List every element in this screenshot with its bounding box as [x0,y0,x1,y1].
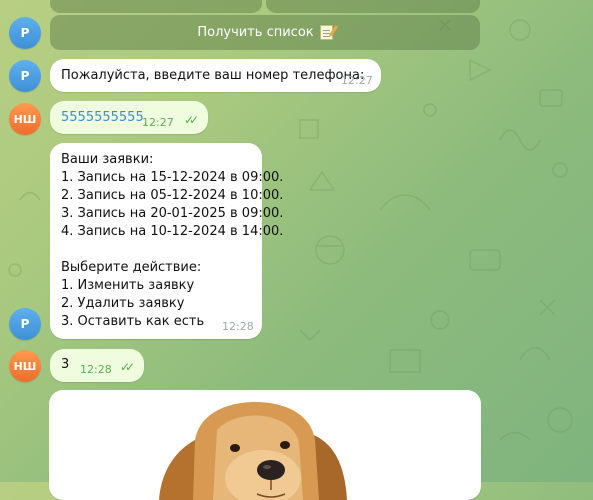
message-line: 2. Запись на 05-12-2024 в 10:00. [61,188,284,203]
bot-avatar-initial: Р [20,69,30,83]
phone-number-link[interactable]: 5555555555 [61,110,144,125]
message-line [61,241,283,259]
message-time: 12:28 [222,320,254,333]
message-time: 12:27 [142,116,174,129]
message-line: Выберите действие: [61,260,202,275]
bot-avatar-initial: Р [20,26,30,40]
message-line: 2. Удалить заявку [61,296,185,311]
message-dog-photo[interactable] [49,390,481,500]
get-list-button-label: Получить список [197,25,314,40]
message-user-phone: 5555555555 12:27 ✓✓ [50,101,208,134]
user-avatar[interactable]: НШ [9,103,41,135]
keyboard-button-2[interactable] [266,0,480,13]
message-line: 3. Запись на 20-01-2025 в 09:00. [61,206,284,221]
keyboard-button-1-label: Р [152,0,160,3]
bot-avatar[interactable]: Р [9,308,41,340]
message-line: 4. Запись на 10-12-2024 в 14:00. [61,224,284,239]
message-requests-list: Ваши заявки: 1. Запись на 15-12-2024 в 0… [50,143,283,339]
message-time: 12:27 [341,74,373,87]
get-list-button[interactable]: Получить список [50,15,480,50]
user-avatar-initials: НШ [13,112,37,126]
user-avatar-initials: НШ [13,359,37,373]
message-line: 1. Изменить заявку [61,278,195,293]
keyboard-button-1[interactable]: Р [50,0,262,13]
bot-avatar-initial: Р [20,317,30,331]
message-user-choice: 3 12:28 ✓✓ [50,349,144,382]
bot-avatar[interactable]: Р [9,17,41,49]
message-line: 1. Запись на 15-12-2024 в 09:00. [61,170,284,185]
read-check-icon: ✓✓ [184,113,199,127]
message-lines: Ваши заявки: 1. Запись на 15-12-2024 в 0… [61,151,283,331]
message-text: Пожалуйста, введите ваш номер телефона: [61,68,365,83]
memo-icon [319,25,333,40]
dog-photo [159,402,347,500]
message-time: 12:28 [80,363,112,376]
message-phone-prompt: Пожалуйста, введите ваш номер телефона: … [50,59,381,92]
bot-avatar[interactable]: Р [9,60,41,92]
read-check-icon: ✓✓ [120,360,135,374]
message-text: 3 [61,357,70,372]
user-avatar[interactable]: НШ [9,350,41,382]
message-line: Ваши заявки: [61,152,154,167]
